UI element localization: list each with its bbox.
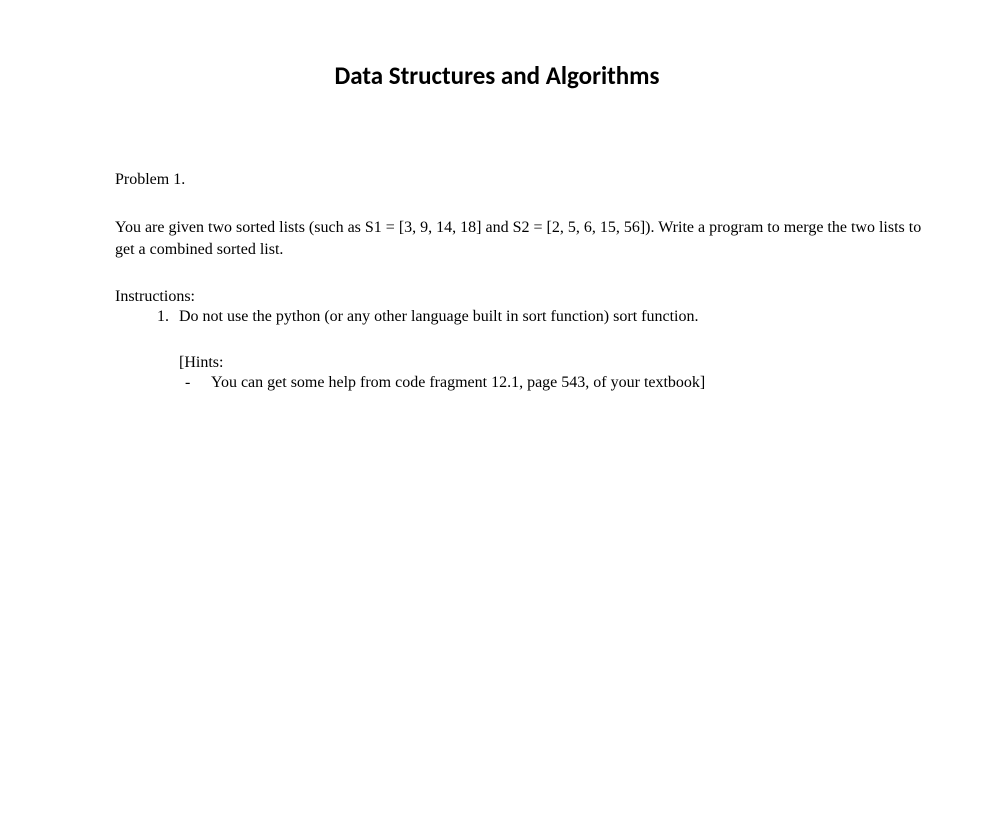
hints-label: [Hints: — [179, 354, 939, 372]
instructions-list: Do not use the python (or any other lang… — [173, 308, 939, 392]
instruction-text: Do not use the python (or any other lang… — [179, 308, 698, 325]
problem-label: Problem 1. — [115, 171, 939, 189]
problem-body: You are given two sorted lists (such as … — [115, 217, 935, 260]
hints-list: You can get some help from code fragment… — [179, 374, 939, 392]
page-title: Data Structures and Algorithms — [115, 60, 939, 91]
instructions-label: Instructions: — [115, 288, 939, 306]
hint-item: You can get some help from code fragment… — [179, 374, 939, 392]
hint-text: You can get some help from code fragment… — [211, 374, 705, 391]
instruction-item: Do not use the python (or any other lang… — [173, 308, 939, 392]
